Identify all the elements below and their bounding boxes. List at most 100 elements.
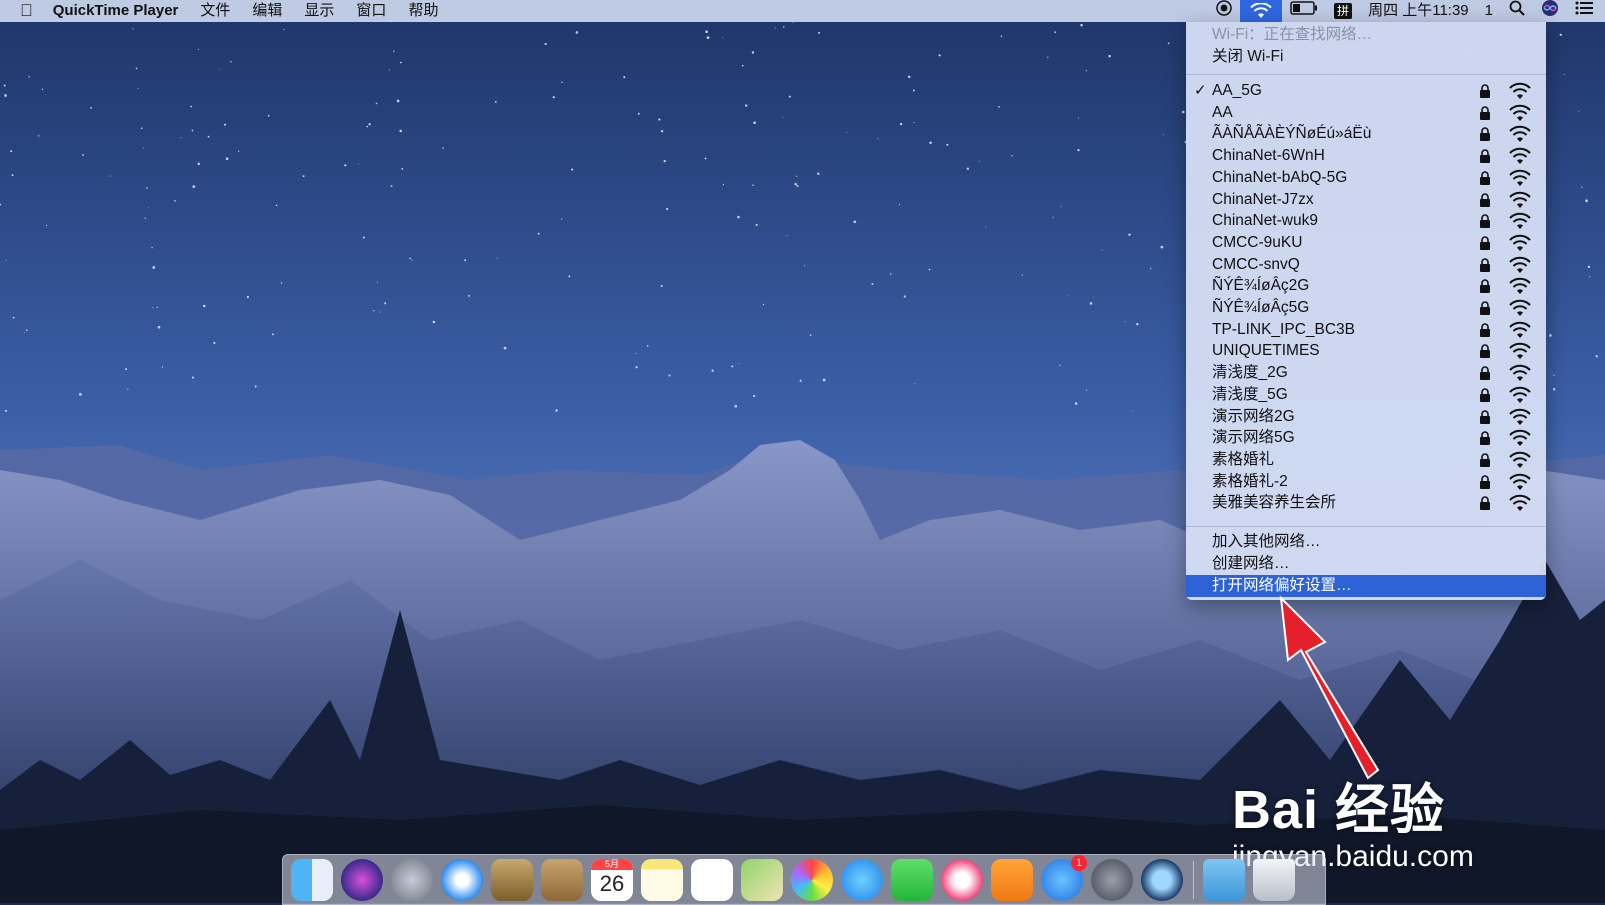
star: [379, 311, 381, 313]
siri-icon[interactable]: [1533, 0, 1567, 24]
star: [745, 104, 748, 107]
launchpad-icon[interactable]: [391, 859, 433, 901]
wifi-network-item[interactable]: ✓ AA_5G: [1186, 80, 1546, 102]
star: [762, 303, 765, 306]
join-other-network-item[interactable]: 加入其他网络…: [1186, 531, 1546, 553]
star: [174, 199, 176, 202]
star: [125, 368, 128, 371]
wifi-network-item[interactable]: 演示网络5G: [1186, 427, 1546, 449]
menu-edit[interactable]: 编辑: [241, 0, 293, 22]
system-preferences-icon[interactable]: [1091, 859, 1133, 901]
star: [899, 122, 903, 126]
star: [635, 352, 637, 354]
wifi-network-item[interactable]: ÑÝÊ¾ÍøÂç2G: [1186, 275, 1546, 297]
menubar-clock[interactable]: 周四 上午11:39: [1360, 0, 1477, 22]
wifi-network-item[interactable]: ChinaNet-6WnH: [1186, 145, 1546, 167]
turn-off-wifi-item[interactable]: 关闭 Wi-Fi: [1186, 46, 1546, 68]
apple-menu-icon[interactable]: : [0, 0, 43, 22]
wifi-network-item[interactable]: 清浅度_5G: [1186, 384, 1546, 406]
photos-icon[interactable]: [791, 859, 833, 901]
menu-window[interactable]: 窗口: [345, 0, 397, 22]
star: [1181, 110, 1185, 114]
star: [898, 204, 900, 206]
star: [1581, 186, 1583, 188]
menu-file[interactable]: 文件: [189, 0, 241, 22]
star: [571, 168, 574, 171]
star: [722, 37, 724, 39]
calendar-day: 26: [599, 871, 625, 896]
open-network-preferences-item[interactable]: 打开网络偏好设置…: [1186, 575, 1546, 597]
star: [660, 129, 664, 133]
star: [889, 273, 892, 275]
wifi-signal-icon: [1509, 256, 1531, 273]
create-network-item[interactable]: 创建网络…: [1186, 553, 1546, 575]
star: [368, 123, 371, 126]
wifi-network-item[interactable]: AA: [1186, 102, 1546, 124]
wifi-network-item[interactable]: CMCC-snvQ: [1186, 254, 1546, 276]
star: [912, 89, 915, 92]
wifi-network-item[interactable]: ChinaNet-wuk9: [1186, 210, 1546, 232]
wifi-signal-icon: [1509, 169, 1531, 186]
menu-help[interactable]: 帮助: [397, 0, 449, 22]
downloads-folder-icon[interactable]: [1203, 859, 1245, 901]
star: [1077, 148, 1080, 152]
star: [1060, 205, 1062, 207]
facetime-icon[interactable]: [891, 859, 933, 901]
wifi-network-name: ÃÀÑÅÃÀÈÝÑøÉú»áËù: [1212, 125, 1372, 143]
itunes-icon[interactable]: [941, 859, 983, 901]
notes-icon[interactable]: [641, 859, 683, 901]
wifi-network-item[interactable]: 素格婚礼-2: [1186, 471, 1546, 493]
mail-icon[interactable]: [491, 859, 533, 901]
wifi-network-item[interactable]: CMCC-9uKU: [1186, 232, 1546, 254]
maps-icon[interactable]: [741, 859, 783, 901]
star: [1589, 276, 1591, 278]
lock-icon: [1480, 431, 1490, 446]
wifi-network-item[interactable]: 美雅美容养生会所: [1186, 492, 1546, 514]
star: [384, 302, 387, 305]
star: [1585, 199, 1588, 203]
wifi-network-item[interactable]: ÑÝÊ¾ÍøÂç5G: [1186, 297, 1546, 319]
menu-view[interactable]: 显示: [293, 0, 345, 22]
star: [283, 29, 285, 31]
siri-icon[interactable]: [341, 859, 383, 901]
books-icon[interactable]: [991, 859, 1033, 901]
wifi-network-name: 演示网络2G: [1212, 407, 1295, 425]
star: [140, 127, 143, 130]
contacts-icon[interactable]: [541, 859, 583, 901]
star: [238, 150, 240, 152]
star: [978, 160, 980, 162]
reminders-icon[interactable]: [691, 859, 733, 901]
battery-icon[interactable]: [1282, 0, 1326, 22]
wifi-network-item[interactable]: UNIQUETIMES: [1186, 340, 1546, 362]
star: [90, 106, 92, 109]
quicktime-icon[interactable]: [1141, 859, 1183, 901]
finder-icon[interactable]: [291, 859, 333, 901]
spotlight-search-icon[interactable]: [1501, 0, 1533, 23]
notification-center-icon[interactable]: [1567, 0, 1605, 22]
star: [623, 76, 626, 79]
wifi-network-name: 素格婚礼-2: [1212, 472, 1288, 490]
app-store-icon[interactable]: 1: [1041, 855, 1087, 901]
star: [82, 154, 84, 156]
star: [146, 187, 148, 189]
safari-icon[interactable]: [441, 859, 483, 901]
input-method-icon[interactable]: 拼: [1326, 0, 1360, 22]
menubar-count[interactable]: 1: [1477, 0, 1501, 22]
star: [1021, 274, 1023, 276]
wifi-network-item[interactable]: ChinaNet-J7zx: [1186, 189, 1546, 211]
wifi-network-item[interactable]: 清浅度_2G: [1186, 362, 1546, 384]
calendar-icon[interactable]: 5月 26: [591, 859, 633, 901]
wifi-menu-icon[interactable]: [1240, 0, 1283, 22]
trash-icon[interactable]: [1253, 859, 1295, 901]
star: [180, 137, 182, 139]
wifi-network-item[interactable]: TP-LINK_IPC_BC3B: [1186, 319, 1546, 341]
wifi-network-item[interactable]: ChinaNet-bAbQ-5G: [1186, 167, 1546, 189]
screen-record-icon[interactable]: [1208, 0, 1240, 23]
wifi-network-item[interactable]: 素格婚礼: [1186, 449, 1546, 471]
messages-icon[interactable]: [841, 859, 883, 901]
wifi-network-item[interactable]: ÃÀÑÅÃÀÈÝÑøÉú»áËù: [1186, 123, 1546, 145]
wifi-network-item[interactable]: 演示网络2G: [1186, 406, 1546, 428]
star: [575, 31, 579, 34]
app-menu-quicktime[interactable]: QuickTime Player: [43, 0, 190, 22]
wifi-status: Wi-Fi：正在查找网络…: [1212, 26, 1373, 43]
